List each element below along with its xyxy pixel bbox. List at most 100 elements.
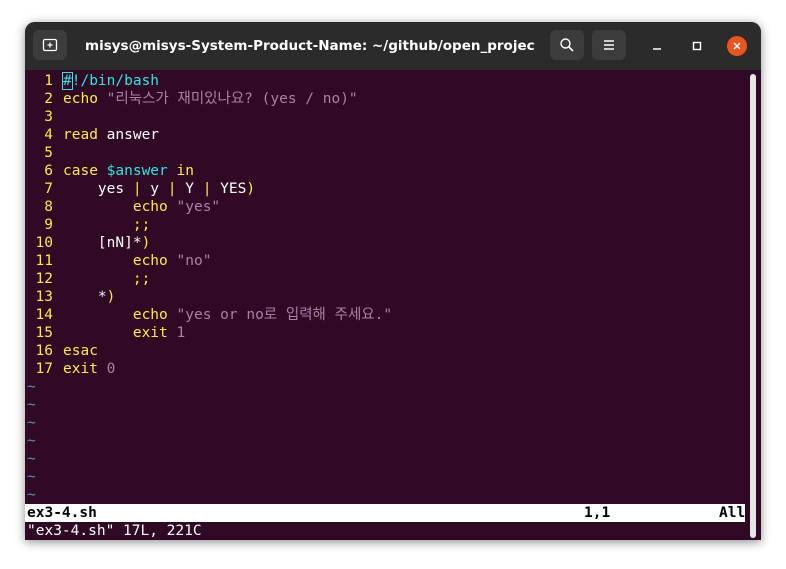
- line-number: 4: [44, 127, 53, 143]
- new-tab-icon: [42, 38, 58, 52]
- line-number: 8: [44, 199, 53, 215]
- code-line[interactable]: 10 [nN]*): [25, 234, 151, 252]
- code-token: esac: [63, 343, 98, 359]
- line-number: 7: [44, 181, 53, 197]
- terminal-window: misys@misys-System-Product-Name: ~/githu…: [25, 22, 761, 540]
- line-number: 9: [44, 217, 53, 233]
- maximize-icon: [692, 41, 702, 51]
- code-token: answer: [97, 127, 160, 143]
- close-button[interactable]: [727, 36, 747, 56]
- scrollbar[interactable]: [750, 74, 756, 538]
- minimize-icon: [653, 48, 661, 50]
- code-line[interactable]: 4 read answer: [25, 126, 159, 144]
- code-line[interactable]: 12 ;;: [25, 270, 151, 288]
- vim-status-line: ex3-4.sh 1,1 All: [25, 504, 745, 522]
- status-scroll-indicator: All: [719, 505, 746, 521]
- code-line[interactable]: 8 echo "yes": [25, 198, 220, 216]
- empty-line-tilde: ~: [27, 415, 36, 431]
- code-token: exit: [63, 361, 98, 377]
- empty-line-tilde: ~: [27, 451, 36, 467]
- line-number: 5: [44, 145, 53, 161]
- close-icon: [733, 42, 741, 50]
- code-line[interactable]: 17 exit 0: [25, 360, 116, 378]
- code-token: !/bin/bash: [71, 73, 160, 89]
- code-line[interactable]: 2 echo "리눅스가 재미있나요? (yes / no)": [25, 90, 358, 108]
- minimize-button[interactable]: [647, 36, 667, 56]
- code-token: y: [141, 181, 168, 197]
- empty-line-tilde: ~: [27, 469, 36, 485]
- empty-line-tilde: ~: [27, 433, 36, 449]
- status-filename: ex3-4.sh: [27, 505, 97, 521]
- vim-editor-area[interactable]: ex3-4.sh 1,1 All "ex3-4.sh" 17L, 221C 1 #…: [25, 70, 761, 540]
- code-token: 0: [106, 361, 116, 377]
- code-token: "yes or no로 입력해 주세요.": [176, 307, 393, 323]
- code-token: "yes": [176, 199, 221, 215]
- code-token: *: [63, 289, 107, 305]
- code-line[interactable]: 9 ;;: [25, 216, 150, 234]
- code-token: Y: [176, 181, 203, 197]
- hamburger-menu-icon: [604, 40, 614, 50]
- menu-button[interactable]: [592, 30, 626, 60]
- search-icon: [560, 38, 574, 52]
- line-number: 10: [35, 235, 53, 251]
- code-token: [nN]*: [63, 235, 142, 251]
- maximize-button[interactable]: [687, 36, 707, 56]
- code-token: ): [106, 289, 116, 305]
- code-line[interactable]: 1 #!/bin/bash: [25, 72, 159, 90]
- code-line[interactable]: 7 yes | y | Y | YES): [25, 180, 255, 198]
- code-token: exit: [132, 325, 168, 341]
- code-line[interactable]: 15 exit 1: [25, 324, 186, 342]
- window-title: misys@misys-System-Product-Name: ~/githu…: [85, 38, 535, 54]
- code-token: ): [141, 235, 151, 251]
- code-line[interactable]: 16 esac: [25, 342, 98, 360]
- new-tab-button[interactable]: [33, 30, 67, 60]
- code-token: |: [132, 181, 142, 197]
- line-number: 1: [44, 73, 53, 89]
- code-token: echo: [132, 199, 168, 215]
- title-bar: misys@misys-System-Product-Name: ~/githu…: [25, 22, 761, 70]
- code-token: "no": [176, 253, 212, 269]
- empty-line-tilde: ~: [27, 487, 36, 503]
- line-number: 16: [35, 343, 53, 359]
- line-number: 15: [35, 325, 53, 341]
- code-token: read: [63, 127, 98, 143]
- code-line[interactable]: 3: [25, 108, 63, 126]
- code-line[interactable]: 13 *): [25, 288, 116, 306]
- code-token: 1: [176, 325, 186, 341]
- line-number: 13: [35, 289, 53, 305]
- code-line[interactable]: 11 echo "no": [25, 252, 212, 270]
- line-number: 6: [44, 163, 53, 179]
- line-number: 12: [35, 271, 53, 287]
- code-token: in: [176, 163, 194, 179]
- code-token: "리눅스가 재미있나요? (yes / no)": [106, 91, 358, 107]
- code-line[interactable]: 14 echo "yes or no로 입력해 주세요.": [25, 306, 393, 324]
- line-number: 2: [44, 91, 53, 107]
- code-token: case: [63, 163, 98, 179]
- vim-message-line: "ex3-4.sh" 17L, 221C: [27, 523, 202, 539]
- line-number: 11: [35, 253, 53, 269]
- code-token: yes: [63, 181, 133, 197]
- code-token: ): [246, 181, 256, 197]
- code-token: echo: [63, 91, 98, 107]
- code-token: ;;: [132, 217, 151, 233]
- line-number: 17: [35, 361, 53, 377]
- code-token: YES: [211, 181, 247, 197]
- line-number: 14: [35, 307, 53, 323]
- code-token: ;;: [132, 271, 151, 287]
- search-button[interactable]: [550, 30, 584, 60]
- code-line[interactable]: 5: [25, 144, 63, 162]
- code-line[interactable]: 6 case $answer in: [25, 162, 194, 180]
